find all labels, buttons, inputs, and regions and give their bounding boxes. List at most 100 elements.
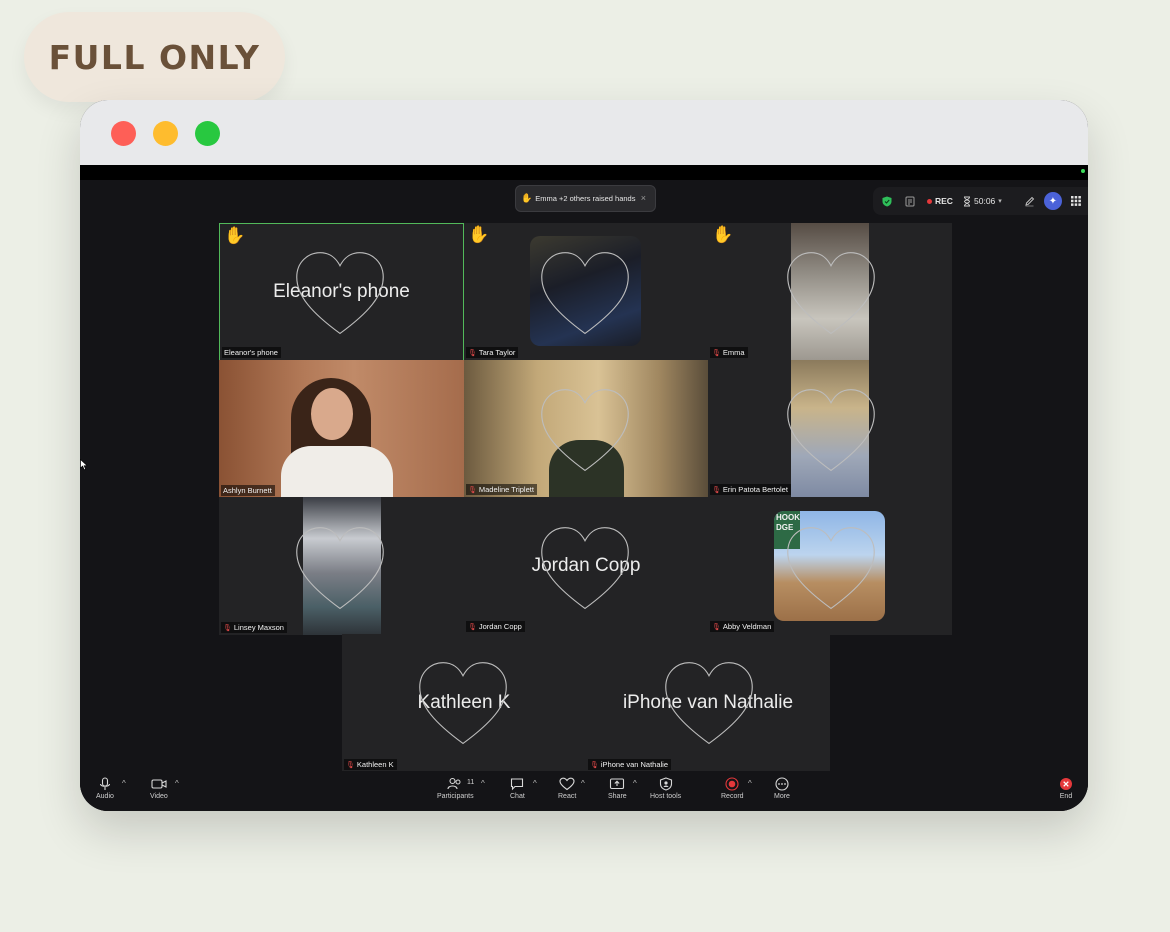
muted-mic-icon: 🎙︎ (712, 349, 721, 357)
video-button[interactable]: Video (150, 777, 168, 800)
muted-mic-icon: 🎙︎ (590, 761, 599, 769)
more-label: More (774, 793, 790, 800)
participant-name-label: 🎙︎ Kathleen K (344, 759, 397, 770)
participant-name-label: 🎙︎ Tara Taylor (466, 347, 519, 358)
record-button[interactable]: Record (721, 777, 744, 800)
host-tools-label: Host tools (650, 793, 682, 800)
raised-hand-icon: ✋ (712, 225, 734, 245)
more-dots-icon (775, 777, 789, 791)
record-options-caret[interactable]: ^ (748, 779, 752, 788)
top-strip (80, 165, 1088, 180)
audio-options-caret[interactable]: ^ (122, 779, 126, 788)
close-icon[interactable]: × (641, 193, 646, 203)
participant-name-label: 🎙︎ Linsey Maxson (221, 622, 287, 633)
participant-name: Kathleen K (356, 760, 394, 769)
participant-name-label: 🎙︎ Jordan Copp (466, 621, 525, 632)
ai-companion-icon[interactable]: ✦ (1044, 187, 1062, 215)
audio-button[interactable]: Audio (96, 777, 114, 800)
record-icon (725, 777, 739, 791)
participant-name-label: 🎙︎ Madeline Triplett (466, 484, 537, 495)
sparkle-icon: ✦ (1044, 192, 1062, 210)
apps-grid-icon[interactable] (1071, 187, 1081, 215)
heart-sticker-icon (296, 252, 384, 335)
heart-sticker-icon (419, 662, 507, 745)
participants-label: Participants (437, 793, 474, 800)
meeting-screen: ✋ Emma +2 others raised hands × REC 50:0… (80, 165, 1088, 811)
heart-sticker-icon (787, 527, 875, 610)
raised-hand-icon: ✋ (468, 225, 490, 245)
app-window: ✋ Emma +2 others raised hands × REC 50:0… (80, 100, 1088, 811)
participants-options-caret[interactable]: ^ (481, 779, 485, 788)
meeting-toolbar: Audio ^ Video ^ Participants 11 ^ Chat ^… (80, 771, 1088, 811)
muted-mic-icon: 🎙︎ (468, 349, 477, 357)
participant-name: Madeline Triplett (478, 485, 534, 494)
end-label: End (1059, 793, 1073, 800)
video-options-caret[interactable]: ^ (175, 779, 179, 788)
status-led (1081, 169, 1085, 173)
participant-shirt (281, 446, 393, 498)
participant-name: Jordan Copp (478, 622, 522, 631)
raised-hand-icon: ✋ (521, 193, 533, 203)
react-options-caret[interactable]: ^ (581, 779, 585, 788)
heart-sticker-icon (787, 252, 875, 335)
share-label: Share (608, 793, 627, 800)
timer[interactable]: 50:06 ▾ (963, 187, 1002, 215)
host-tools-button[interactable]: Host tools (650, 777, 681, 800)
participant-face (311, 388, 353, 440)
microphone-icon (99, 777, 111, 790)
participant-name: iPhone van Nathalie (600, 760, 669, 769)
chat-label: Chat (510, 793, 525, 800)
heart-sticker-icon (541, 527, 629, 610)
participant-name-label: 🎙︎ iPhone van Nathalie (588, 759, 672, 770)
mouse-cursor-icon (80, 459, 88, 471)
annotate-pencil-icon[interactable] (1024, 187, 1035, 215)
video-tile-ashlyn-burnett[interactable]: Ashlyn Burnett (219, 360, 464, 498)
muted-mic-icon: 🎙︎ (712, 623, 721, 631)
react-button[interactable]: React (558, 777, 576, 800)
video-label: Video (150, 793, 168, 800)
end-meeting-button[interactable]: End (1059, 777, 1073, 800)
participant-name: Emma (722, 348, 745, 357)
heart-sticker-icon (787, 389, 875, 472)
participant-name: Abby Veldman (722, 622, 772, 631)
raised-hands-notice[interactable]: ✋ Emma +2 others raised hands × (515, 185, 656, 212)
audio-label: Audio (96, 793, 114, 800)
muted-mic-icon: 🎙︎ (223, 624, 232, 632)
rec-label: REC (935, 196, 953, 206)
encryption-shield-icon[interactable] (882, 187, 892, 215)
participant-name-label: 🎙︎ Erin Patota Bertolet (710, 484, 791, 495)
participant-name-label: Eleanor's phone (222, 347, 281, 358)
chat-button[interactable]: Chat (510, 777, 525, 800)
heart-sticker-icon (665, 662, 753, 745)
share-options-caret[interactable]: ^ (633, 779, 637, 788)
muted-mic-icon: 🎙︎ (468, 486, 477, 494)
host-tools-shield-icon (659, 777, 672, 791)
muted-mic-icon: 🎙︎ (346, 761, 355, 769)
participant-name: Eleanor's phone (224, 348, 278, 357)
heart-react-icon (559, 777, 575, 791)
chat-bubble-icon (511, 778, 524, 791)
participant-name-label: 🎙︎ Emma (710, 347, 748, 358)
participant-name-label: Ashlyn Burnett (221, 485, 275, 496)
share-button[interactable]: Share (608, 777, 627, 800)
full-only-badge: FULL ONLY (24, 12, 285, 102)
react-label: React (558, 793, 577, 800)
chat-options-caret[interactable]: ^ (533, 779, 537, 788)
close-window-button[interactable] (111, 121, 136, 146)
notes-icon[interactable] (905, 187, 916, 215)
maximize-window-button[interactable] (195, 121, 220, 146)
record-dot-icon (927, 198, 932, 204)
video-camera-icon (151, 779, 167, 789)
more-button[interactable]: More (774, 777, 790, 800)
record-label: Record (721, 793, 744, 800)
participant-name: Tara Taylor (478, 348, 516, 357)
heart-sticker-icon (296, 527, 384, 610)
minimize-window-button[interactable] (153, 121, 178, 146)
recording-indicator[interactable]: REC (927, 187, 953, 215)
heart-sticker-icon (541, 389, 629, 472)
participant-name: Erin Patota Bertolet (722, 485, 788, 494)
share-screen-icon (610, 778, 625, 790)
participants-icon (447, 777, 461, 790)
participant-name-label: 🎙︎ Abby Veldman (710, 621, 775, 632)
chevron-down-icon: ▾ (998, 198, 1002, 205)
